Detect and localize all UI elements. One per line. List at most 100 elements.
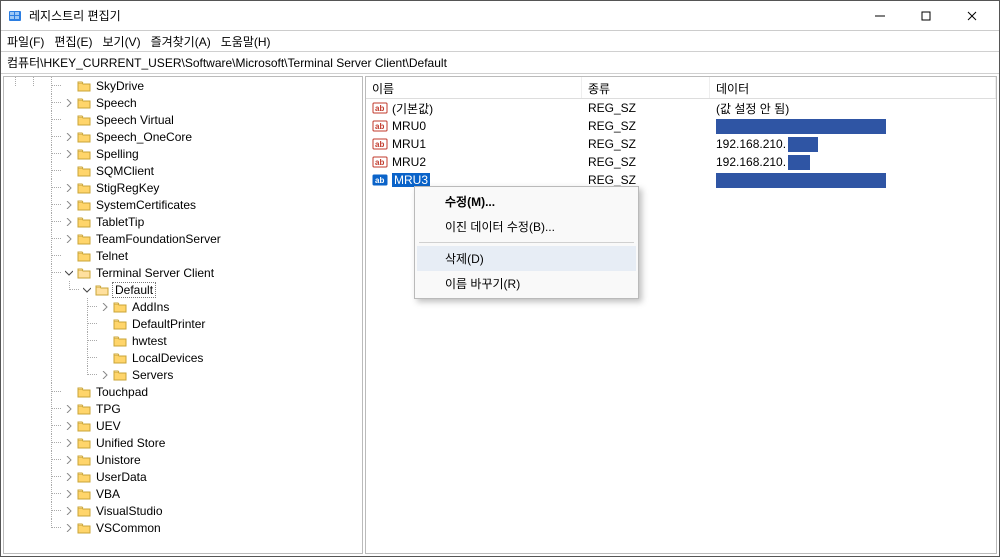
chevron-right-icon[interactable] — [62, 402, 76, 416]
tree-item[interactable]: Speech Virtual — [62, 111, 362, 128]
chevron-down-icon[interactable] — [62, 266, 76, 280]
tree-item[interactable]: AddIns — [98, 298, 362, 315]
tree-item[interactable]: Unistore — [62, 451, 362, 468]
tree-label[interactable]: SystemCertificates — [94, 198, 198, 212]
tree-item[interactable]: LocalDevices — [98, 349, 362, 366]
chevron-right-icon[interactable] — [62, 504, 76, 518]
tree-item[interactable]: hwtest — [98, 332, 362, 349]
tree-label[interactable]: VSCommon — [94, 521, 163, 535]
tree-item[interactable]: Telnet — [62, 247, 362, 264]
tree-item[interactable]: Spelling — [62, 145, 362, 162]
tree-label[interactable]: UserData — [94, 470, 149, 484]
chevron-right-icon[interactable] — [62, 436, 76, 450]
tree-label[interactable]: hwtest — [130, 334, 169, 348]
address-bar[interactable]: 컴퓨터\HKEY_CURRENT_USER\Software\Microsoft… — [1, 51, 999, 74]
tree-item[interactable]: VBA — [62, 485, 362, 502]
col-type[interactable]: 종류 — [582, 77, 710, 98]
menu-edit[interactable]: 편집(E) — [54, 33, 92, 50]
close-button[interactable] — [949, 2, 995, 30]
tree-item[interactable]: Default — [80, 281, 362, 298]
tree-item[interactable]: Servers — [98, 366, 362, 383]
tree-label[interactable]: UEV — [94, 419, 123, 433]
table-row[interactable]: abMRU2REG_SZ192.168.210. — [366, 153, 996, 171]
tree-label[interactable]: Touchpad — [94, 385, 150, 399]
tree-label[interactable]: TeamFoundationServer — [94, 232, 223, 246]
chevron-right-icon[interactable] — [62, 232, 76, 246]
chevron-down-icon[interactable] — [80, 283, 94, 297]
cm-modify[interactable]: 수정(M)... — [417, 189, 636, 214]
tree-label[interactable]: VisualStudio — [94, 504, 165, 518]
tree-label[interactable]: Spelling — [94, 147, 141, 161]
tree-label[interactable]: AddIns — [130, 300, 171, 314]
maximize-button[interactable] — [903, 2, 949, 30]
menu-help[interactable]: 도움말(H) — [221, 33, 271, 50]
cm-modify-binary[interactable]: 이진 데이터 수정(B)... — [417, 214, 636, 239]
cm-rename[interactable]: 이름 바꾸기(R) — [417, 271, 636, 296]
chevron-right-icon[interactable] — [62, 181, 76, 195]
tree-label[interactable]: Speech — [94, 96, 139, 110]
tree-label[interactable]: DefaultPrinter — [130, 317, 207, 331]
chevron-right-icon[interactable] — [62, 470, 76, 484]
menu-fav[interactable]: 즐겨찾기(A) — [151, 33, 211, 50]
chevron-right-icon[interactable] — [62, 130, 76, 144]
tree-label[interactable]: StigRegKey — [94, 181, 161, 195]
chevron-right-icon[interactable] — [62, 453, 76, 467]
tree-item[interactable]: UEV — [62, 417, 362, 434]
tree-label[interactable]: Speech_OneCore — [94, 130, 194, 144]
tree-pane[interactable]: SkyDrive Speech Speech Virtual Speech_OneCo… — [3, 76, 363, 554]
tree-label[interactable]: Default — [112, 282, 156, 298]
chevron-right-icon[interactable] — [62, 147, 76, 161]
tree-label[interactable]: VBA — [94, 487, 122, 501]
tree-label[interactable]: TPG — [94, 402, 123, 416]
tree-label[interactable]: Unistore — [94, 453, 143, 467]
list-pane[interactable]: 이름 종류 데이터 ab(기본값)REG_SZ(값 설정 안 됨)abMRU0R… — [365, 76, 997, 554]
table-row[interactable]: abMRU1REG_SZ192.168.210. — [366, 135, 996, 153]
tree-item[interactable]: TabletTip — [62, 213, 362, 230]
tree-item[interactable]: TeamFoundationServer — [62, 230, 362, 247]
menu-file[interactable]: 파일(F) — [7, 33, 44, 50]
chevron-right-icon[interactable] — [62, 215, 76, 229]
window-title: 레지스트리 편집기 — [29, 7, 857, 24]
tree-label[interactable]: SQMClient — [94, 164, 156, 178]
chevron-right-icon[interactable] — [98, 300, 112, 314]
tree-item[interactable]: Touchpad — [62, 383, 362, 400]
tree-label[interactable]: Servers — [130, 368, 175, 382]
tree-label[interactable]: TabletTip — [94, 215, 146, 229]
chevron-right-icon[interactable] — [98, 368, 112, 382]
tree-item[interactable]: SkyDrive — [62, 77, 362, 94]
chevron-right-icon[interactable] — [62, 96, 76, 110]
chevron-right-icon[interactable] — [62, 487, 76, 501]
tree-item[interactable]: SQMClient — [62, 162, 362, 179]
tree-item[interactable]: Terminal Server Client — [62, 264, 362, 281]
tree-item[interactable]: SystemCertificates — [62, 196, 362, 213]
tree-item[interactable]: Unified Store — [62, 434, 362, 451]
tree-item[interactable]: StigRegKey — [62, 179, 362, 196]
tree-label[interactable]: LocalDevices — [130, 351, 205, 365]
col-name[interactable]: 이름 — [366, 77, 582, 98]
tree-label[interactable]: Unified Store — [94, 436, 167, 450]
col-data[interactable]: 데이터 — [710, 77, 996, 98]
tree-label[interactable]: Speech Virtual — [94, 113, 176, 127]
table-row[interactable]: ab(기본값)REG_SZ(값 설정 안 됨) — [366, 99, 996, 117]
tree-item[interactable]: Speech_OneCore — [62, 128, 362, 145]
tree-label[interactable]: SkyDrive — [94, 79, 146, 93]
tree-item[interactable]: VSCommon — [62, 519, 362, 536]
chevron-right-icon[interactable] — [62, 419, 76, 433]
tree-item[interactable]: UserData — [62, 468, 362, 485]
tree-item[interactable]: TPG — [62, 400, 362, 417]
minimize-button[interactable] — [857, 2, 903, 30]
chevron-right-icon[interactable] — [62, 521, 76, 535]
tree-item[interactable]: DefaultPrinter — [98, 315, 362, 332]
chevron-right-icon[interactable] — [62, 198, 76, 212]
tree-item[interactable]: Speech — [62, 94, 362, 111]
cm-delete[interactable]: 삭제(D) — [417, 246, 636, 271]
table-row[interactable]: abMRU0REG_SZ — [366, 117, 996, 135]
menu-view[interactable]: 보기(V) — [102, 33, 140, 50]
folder-icon — [76, 96, 92, 110]
svg-text:ab: ab — [375, 104, 384, 113]
tree-label[interactable]: Terminal Server Client — [94, 266, 216, 280]
string-value-icon: ab — [372, 136, 388, 152]
tree-label[interactable]: Telnet — [94, 249, 130, 263]
value-data — [710, 119, 996, 134]
tree-item[interactable]: VisualStudio — [62, 502, 362, 519]
